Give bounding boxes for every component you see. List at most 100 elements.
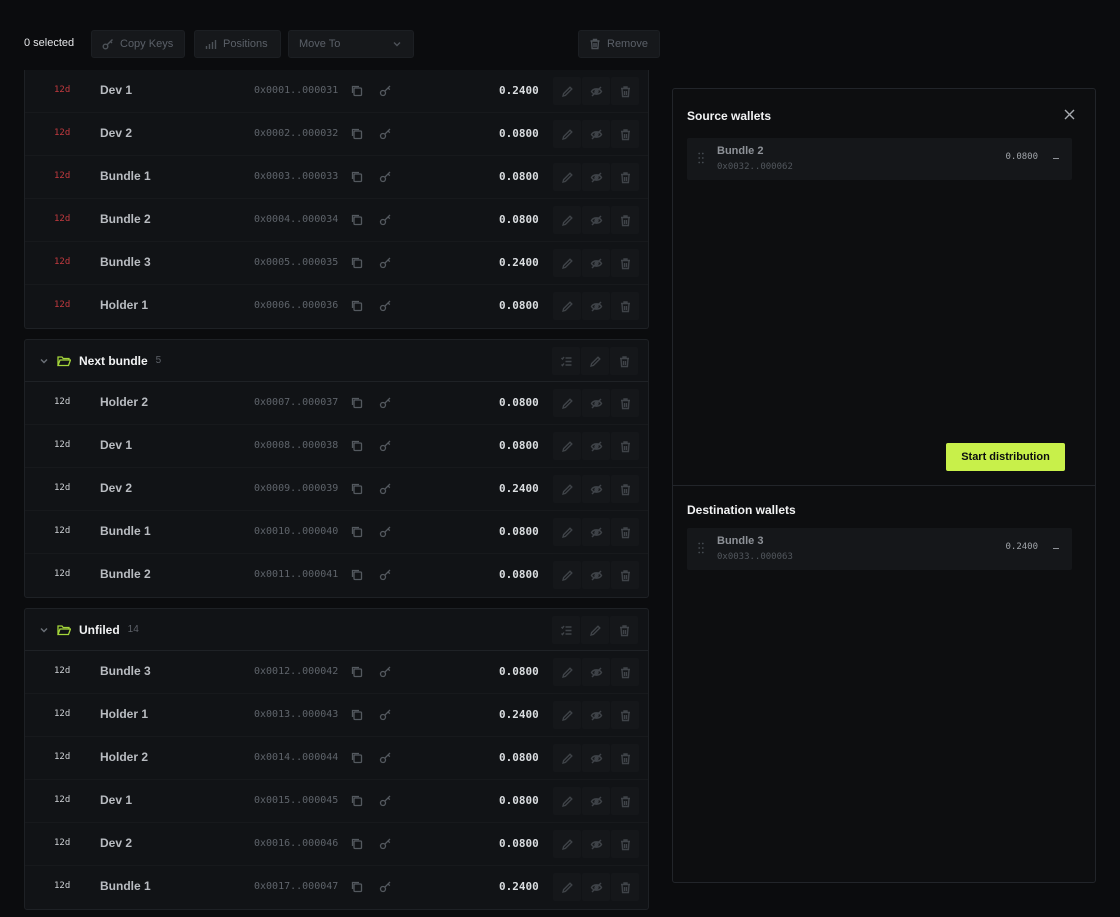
- copy-icon[interactable]: [350, 127, 363, 140]
- hide-wallet-button[interactable]: [582, 830, 610, 858]
- delete-wallet-button[interactable]: [611, 249, 639, 277]
- edit-wallet-button[interactable]: [553, 432, 581, 460]
- delete-wallet-button[interactable]: [611, 206, 639, 234]
- edit-wallet-button[interactable]: [553, 389, 581, 417]
- copy-icon[interactable]: [350, 794, 363, 807]
- delete-wallet-button[interactable]: [611, 518, 639, 546]
- hide-wallet-button[interactable]: [582, 120, 610, 148]
- copy-icon[interactable]: [350, 170, 363, 183]
- select-all-button[interactable]: [552, 347, 580, 375]
- remove-destination-wallet-button[interactable]: [1053, 548, 1059, 549]
- wallet-row[interactable]: 12d Bundle 2 0x0004..000034 0.0800: [25, 199, 648, 242]
- wallet-row[interactable]: 12d Holder 1 0x0006..000036 0.0800: [25, 285, 648, 328]
- copy-icon[interactable]: [350, 256, 363, 269]
- key-icon[interactable]: [379, 299, 392, 312]
- key-icon[interactable]: [379, 568, 392, 581]
- copy-icon[interactable]: [350, 299, 363, 312]
- key-icon[interactable]: [379, 525, 392, 538]
- chevron-down-icon[interactable]: [39, 625, 49, 635]
- copy-icon[interactable]: [350, 708, 363, 721]
- copy-icon[interactable]: [350, 525, 363, 538]
- edit-wallet-button[interactable]: [553, 475, 581, 503]
- delete-wallet-button[interactable]: [611, 561, 639, 589]
- edit-wallet-button[interactable]: [553, 77, 581, 105]
- wallet-row[interactable]: 12d Dev 1 0x0015..000045 0.0800: [25, 780, 648, 823]
- delete-wallet-button[interactable]: [611, 658, 639, 686]
- source-wallet-item[interactable]: Bundle 2 0x0032..000062 0.0800: [687, 138, 1072, 180]
- remove-button[interactable]: Remove: [578, 30, 660, 58]
- edit-wallet-button[interactable]: [553, 120, 581, 148]
- delete-wallet-button[interactable]: [611, 787, 639, 815]
- hide-wallet-button[interactable]: [582, 432, 610, 460]
- key-icon[interactable]: [379, 482, 392, 495]
- hide-wallet-button[interactable]: [582, 518, 610, 546]
- copy-icon[interactable]: [350, 751, 363, 764]
- hide-wallet-button[interactable]: [582, 787, 610, 815]
- remove-source-wallet-button[interactable]: [1053, 158, 1059, 159]
- edit-wallet-button[interactable]: [553, 518, 581, 546]
- edit-wallet-button[interactable]: [553, 206, 581, 234]
- copy-keys-button[interactable]: Copy Keys: [91, 30, 185, 58]
- key-icon[interactable]: [379, 396, 392, 409]
- edit-group-button[interactable]: [581, 616, 609, 644]
- group-header[interactable]: Unfiled 14: [25, 609, 648, 651]
- hide-wallet-button[interactable]: [582, 561, 610, 589]
- edit-wallet-button[interactable]: [553, 561, 581, 589]
- key-icon[interactable]: [379, 127, 392, 140]
- key-icon[interactable]: [379, 794, 392, 807]
- hide-wallet-button[interactable]: [582, 475, 610, 503]
- hide-wallet-button[interactable]: [582, 389, 610, 417]
- hide-wallet-button[interactable]: [582, 658, 610, 686]
- copy-icon[interactable]: [350, 880, 363, 893]
- edit-wallet-button[interactable]: [553, 701, 581, 729]
- delete-wallet-button[interactable]: [611, 163, 639, 191]
- edit-wallet-button[interactable]: [553, 787, 581, 815]
- drag-handle-icon[interactable]: [698, 542, 704, 554]
- wallet-row[interactable]: 12d Dev 2 0x0009..000039 0.2400: [25, 468, 648, 511]
- group-header[interactable]: Next bundle 5: [25, 340, 648, 382]
- edit-wallet-button[interactable]: [553, 873, 581, 901]
- wallet-row[interactable]: 12d Bundle 1 0x0003..000033 0.0800: [25, 156, 648, 199]
- wallet-row[interactable]: 12d Bundle 1 0x0017..000047 0.2400: [25, 866, 648, 909]
- copy-icon[interactable]: [350, 84, 363, 97]
- copy-icon[interactable]: [350, 213, 363, 226]
- delete-group-button[interactable]: [610, 347, 638, 375]
- edit-wallet-button[interactable]: [553, 163, 581, 191]
- select-all-button[interactable]: [552, 616, 580, 644]
- wallet-row[interactable]: 12d Dev 1 0x0001..000031 0.2400: [25, 70, 648, 113]
- delete-wallet-button[interactable]: [611, 120, 639, 148]
- edit-wallet-button[interactable]: [553, 249, 581, 277]
- delete-wallet-button[interactable]: [611, 873, 639, 901]
- key-icon[interactable]: [379, 837, 392, 850]
- edit-wallet-button[interactable]: [553, 658, 581, 686]
- delete-wallet-button[interactable]: [611, 744, 639, 772]
- drag-handle-icon[interactable]: [698, 152, 704, 164]
- edit-wallet-button[interactable]: [553, 830, 581, 858]
- key-icon[interactable]: [379, 751, 392, 764]
- wallet-row[interactable]: 12d Bundle 3 0x0012..000042 0.0800: [25, 651, 648, 694]
- hide-wallet-button[interactable]: [582, 744, 610, 772]
- wallet-row[interactable]: 12d Holder 1 0x0013..000043 0.2400: [25, 694, 648, 737]
- copy-icon[interactable]: [350, 568, 363, 581]
- delete-wallet-button[interactable]: [611, 701, 639, 729]
- copy-icon[interactable]: [350, 837, 363, 850]
- positions-button[interactable]: Positions: [194, 30, 281, 58]
- hide-wallet-button[interactable]: [582, 292, 610, 320]
- hide-wallet-button[interactable]: [582, 206, 610, 234]
- copy-icon[interactable]: [350, 396, 363, 409]
- delete-wallet-button[interactable]: [611, 830, 639, 858]
- key-icon[interactable]: [379, 213, 392, 226]
- wallet-row[interactable]: 12d Holder 2 0x0014..000044 0.0800: [25, 737, 648, 780]
- key-icon[interactable]: [379, 170, 392, 183]
- delete-wallet-button[interactable]: [611, 475, 639, 503]
- hide-wallet-button[interactable]: [582, 249, 610, 277]
- hide-wallet-button[interactable]: [582, 163, 610, 191]
- key-icon[interactable]: [379, 439, 392, 452]
- wallet-row[interactable]: 12d Bundle 1 0x0010..000040 0.0800: [25, 511, 648, 554]
- wallet-row[interactable]: 12d Holder 2 0x0007..000037 0.0800: [25, 382, 648, 425]
- close-icon[interactable]: [1064, 109, 1075, 120]
- hide-wallet-button[interactable]: [582, 701, 610, 729]
- destination-wallet-item[interactable]: Bundle 3 0x0033..000063 0.2400: [687, 528, 1072, 570]
- key-icon[interactable]: [379, 256, 392, 269]
- key-icon[interactable]: [379, 665, 392, 678]
